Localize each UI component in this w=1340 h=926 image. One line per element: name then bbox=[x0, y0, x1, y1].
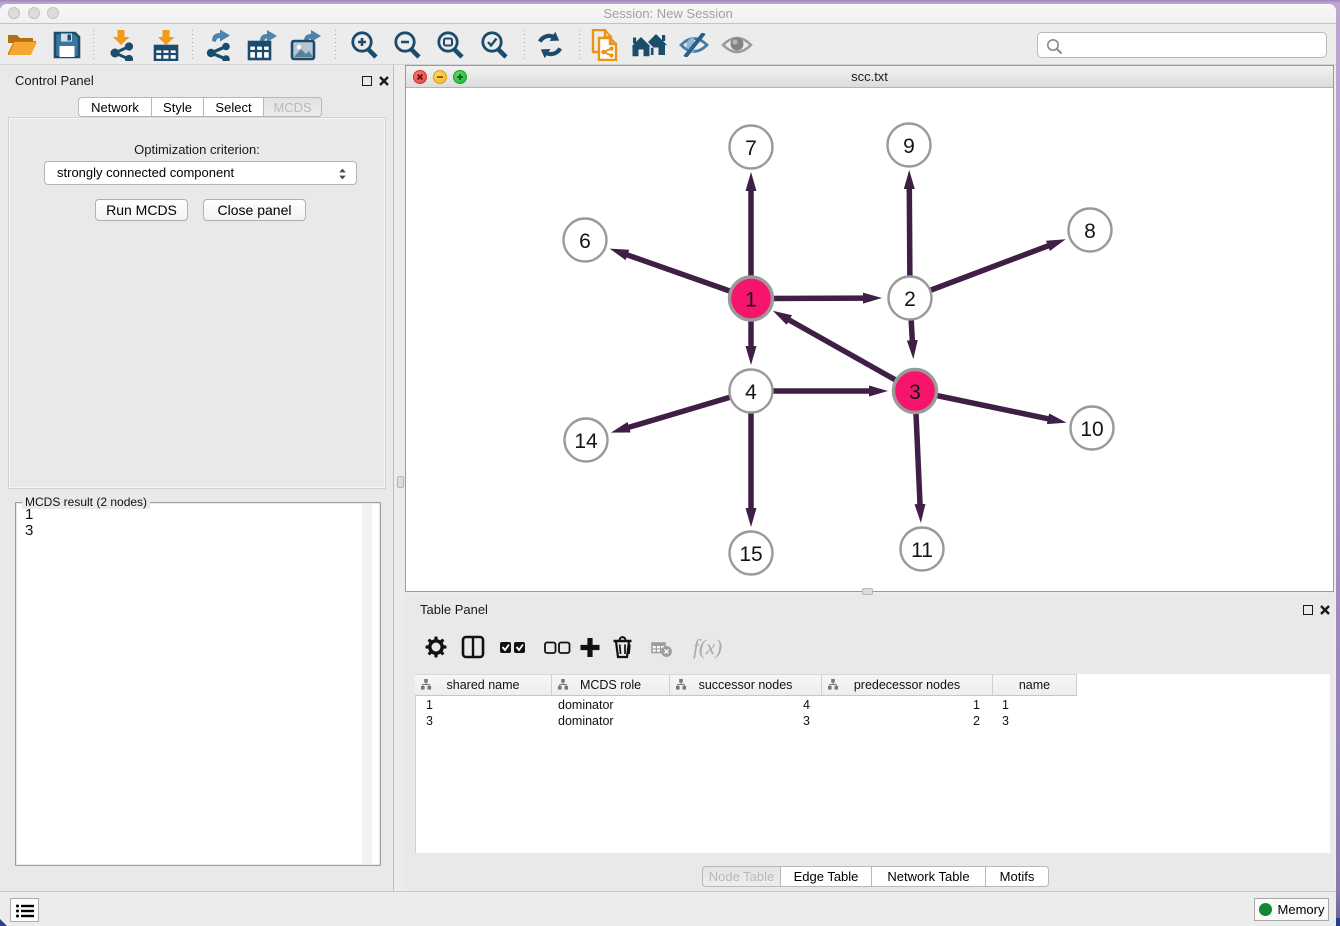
svg-text:14: 14 bbox=[574, 430, 598, 453]
svg-text:6: 6 bbox=[579, 230, 591, 253]
svg-text:7: 7 bbox=[745, 137, 757, 160]
svg-text:11: 11 bbox=[911, 539, 933, 562]
svg-text:10: 10 bbox=[1080, 418, 1103, 441]
svg-text:8: 8 bbox=[1084, 220, 1096, 243]
svg-text:9: 9 bbox=[903, 135, 915, 158]
svg-text:3: 3 bbox=[909, 381, 921, 404]
svg-text:1: 1 bbox=[745, 289, 757, 312]
svg-text:2: 2 bbox=[904, 288, 916, 311]
svg-text:f(x): f(x) bbox=[693, 635, 722, 659]
svg-text:4: 4 bbox=[745, 381, 757, 404]
svg-text:15: 15 bbox=[739, 543, 762, 566]
